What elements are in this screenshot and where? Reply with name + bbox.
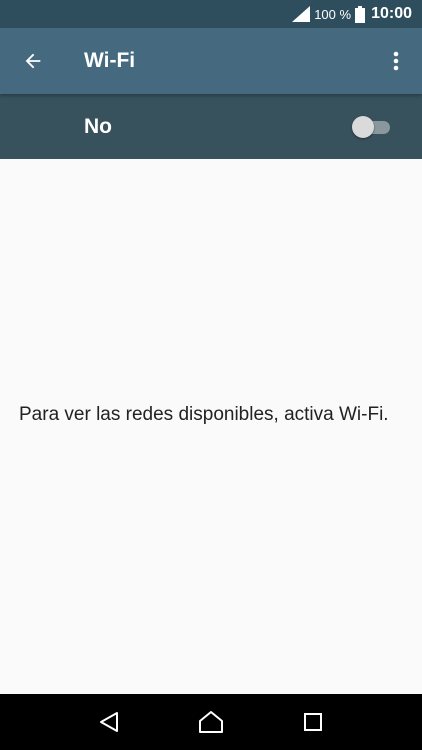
- more-options-button[interactable]: [370, 28, 422, 94]
- battery-percent: 100 %: [314, 6, 352, 22]
- clock: 10:00: [371, 5, 412, 22]
- recents-icon: [304, 713, 322, 731]
- wifi-toggle[interactable]: [352, 115, 392, 139]
- back-button[interactable]: [0, 28, 66, 94]
- empty-state-message: Para ver las redes disponibles, activa W…: [19, 404, 389, 425]
- nav-back-button[interactable]: [89, 702, 129, 742]
- home-icon: [199, 711, 223, 733]
- content-area: Para ver las redes disponibles, activa W…: [0, 159, 422, 694]
- back-triangle-icon: [100, 712, 118, 732]
- nav-home-button[interactable]: [191, 702, 231, 742]
- toggle-thumb: [352, 115, 374, 138]
- navigation-bar: [0, 694, 422, 750]
- signal-icon: [292, 6, 311, 22]
- battery-icon: [355, 5, 366, 23]
- nav-recents-button[interactable]: [293, 702, 333, 742]
- arrow-back-icon: [25, 53, 41, 69]
- status-bar: 100 % 10:00: [0, 0, 422, 28]
- more-vert-icon: [393, 51, 399, 71]
- wifi-switch-label: No: [84, 114, 112, 138]
- page-title: Wi-Fi: [84, 49, 136, 72]
- wifi-switch-bar[interactable]: No: [0, 94, 422, 159]
- app-bar: Wi-Fi: [0, 28, 422, 94]
